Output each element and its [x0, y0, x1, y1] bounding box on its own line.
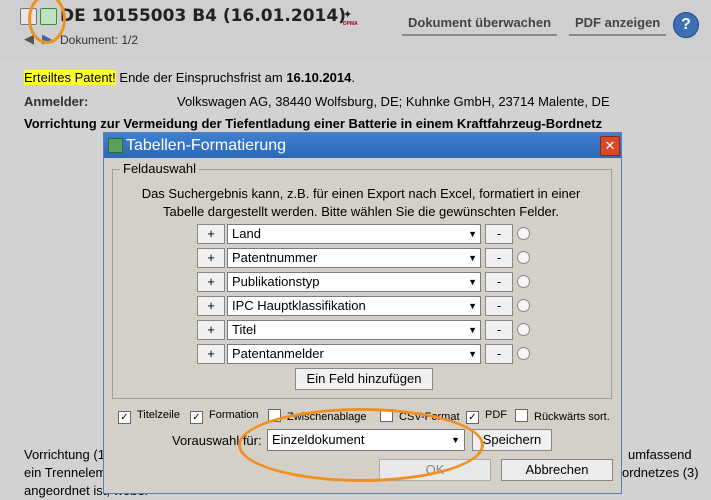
save-button[interactable]: Speichern — [472, 429, 552, 451]
field-select-value: Titel — [232, 322, 257, 337]
option-label: Rückwärts sort. — [534, 411, 610, 423]
applicant-value: Volkswagen AG, 38440 Wolfsburg, DE; Kuhn… — [177, 94, 610, 109]
status-date: 16.10.2014 — [286, 70, 352, 85]
dialog-title: Tabellen-Formatierung — [126, 137, 287, 154]
help-icon[interactable]: ? — [673, 12, 699, 38]
description-line-2: Tabelle dargestellt werden. Bitte wählen… — [162, 204, 560, 219]
field-select-value: Patentanmelder — [232, 346, 324, 361]
option-reverse-sort[interactable]: Rückwärts sort. — [515, 409, 610, 423]
remove-field-minus-button[interactable]: - — [485, 296, 513, 316]
remove-field-minus-button[interactable]: - — [485, 272, 513, 292]
field-select[interactable]: Patentnummer ▼ — [227, 248, 481, 268]
abstract-right-1: umfassend — [628, 447, 692, 462]
remove-field-minus-button[interactable]: - — [485, 248, 513, 268]
abstract-line-1: Vorrichtung (1 — [24, 447, 105, 462]
checkbox-unchecked[interactable] — [515, 409, 528, 422]
option-label: Formation — [209, 409, 259, 421]
option-formatting[interactable]: ✓ Formation — [190, 409, 259, 424]
field-selection-legend: Feldauswahl — [120, 161, 199, 176]
dropdown-arrow-icon: ▼ — [468, 349, 477, 359]
abstract-right-2: ordnetzes (3) — [622, 465, 699, 480]
add-field-plus-button[interactable]: + — [197, 272, 225, 292]
field-select[interactable]: IPC Hauptklassifikation ▼ — [227, 296, 481, 316]
description-line-1: Das Suchergebnis kann, z.B. für einen Ex… — [141, 186, 581, 201]
document-header: DE 10155003 B4 (16.01.2014) ✦ DPMA ◀ ▶ D… — [0, 0, 711, 60]
applicant-row: Anmelder: — [24, 94, 88, 109]
option-label: PDF — [485, 409, 507, 421]
dropdown-arrow-icon: ▼ — [468, 301, 477, 311]
field-select-value: Publikationstyp — [232, 274, 320, 289]
status-badge: Erteiltes Patent! — [24, 70, 116, 85]
option-label: Titelzeile — [137, 409, 180, 421]
patent-status: Erteiltes Patent! Ende der Einspruchsfri… — [24, 70, 355, 85]
dropdown-arrow-icon: ▼ — [468, 277, 477, 287]
add-field-plus-button[interactable]: + — [197, 344, 225, 364]
checkbox-checked[interactable]: ✓ — [190, 411, 203, 424]
option-pdf[interactable]: ✓ PDF — [466, 409, 507, 424]
add-field-button[interactable]: Ein Feld hinzufügen — [295, 368, 433, 390]
dropdown-arrow-icon: ▼ — [468, 253, 477, 263]
document-title: DE 10155003 B4 (16.01.2014) — [60, 6, 346, 26]
field-radio[interactable] — [517, 299, 530, 312]
dropdown-arrow-icon: ▼ — [468, 325, 477, 335]
field-select-value: Patentnummer — [232, 250, 318, 265]
dropdown-arrow-icon: ▼ — [468, 229, 477, 239]
add-field-plus-button[interactable]: + — [197, 224, 225, 244]
field-radio[interactable] — [517, 323, 530, 336]
field-radio[interactable] — [517, 227, 530, 240]
patent-title: Vorrichtung zur Vermeidung der Tiefentla… — [24, 116, 603, 131]
applicant-label: Anmelder: — [24, 94, 89, 109]
watch-document-button[interactable]: Dokument überwachen — [402, 12, 558, 36]
field-select[interactable]: Land ▼ — [227, 224, 481, 244]
field-radio[interactable] — [517, 275, 530, 288]
field-select-value: Land — [232, 226, 261, 241]
status-end: . — [351, 70, 356, 85]
field-radio[interactable] — [517, 251, 530, 264]
dialog-description: Das Suchergebnis kann, z.B. für einen Ex… — [116, 185, 606, 221]
field-radio[interactable] — [517, 347, 530, 360]
abstract-line-2: ein Trennelem — [24, 465, 107, 480]
field-select[interactable]: Titel ▼ — [227, 320, 481, 340]
table-format-icon — [108, 138, 123, 153]
add-field-plus-button[interactable]: + — [197, 296, 225, 316]
checkbox-checked[interactable]: ✓ — [466, 411, 479, 424]
remove-field-minus-button[interactable]: - — [485, 224, 513, 244]
dialog-title-bar[interactable]: Tabellen-Formatierung ✕ — [104, 133, 621, 158]
add-field-plus-button[interactable]: + — [197, 248, 225, 268]
annotation-ellipse — [238, 408, 484, 482]
eagle-icon: ✦ — [343, 9, 353, 21]
field-select[interactable]: Patentanmelder ▼ — [227, 344, 481, 364]
dpma-logo: DPMA — [343, 21, 358, 27]
add-field-plus-button[interactable]: + — [197, 320, 225, 340]
status-text: Ende der Einspruchsfrist am — [115, 70, 287, 85]
checkbox-checked[interactable]: ✓ — [118, 411, 131, 424]
close-button[interactable]: ✕ — [600, 136, 620, 156]
show-pdf-button[interactable]: PDF anzeigen — [569, 12, 667, 36]
document-counter: Dokument: 1/2 — [60, 33, 139, 47]
cancel-button[interactable]: Abbrechen — [501, 459, 613, 481]
field-select-value: IPC Hauptklassifikation — [232, 298, 366, 313]
remove-field-minus-button[interactable]: - — [485, 320, 513, 340]
remove-field-minus-button[interactable]: - — [485, 344, 513, 364]
option-title-row[interactable]: ✓ Titelzeile — [118, 409, 180, 424]
field-select[interactable]: Publikationstyp ▼ — [227, 272, 481, 292]
